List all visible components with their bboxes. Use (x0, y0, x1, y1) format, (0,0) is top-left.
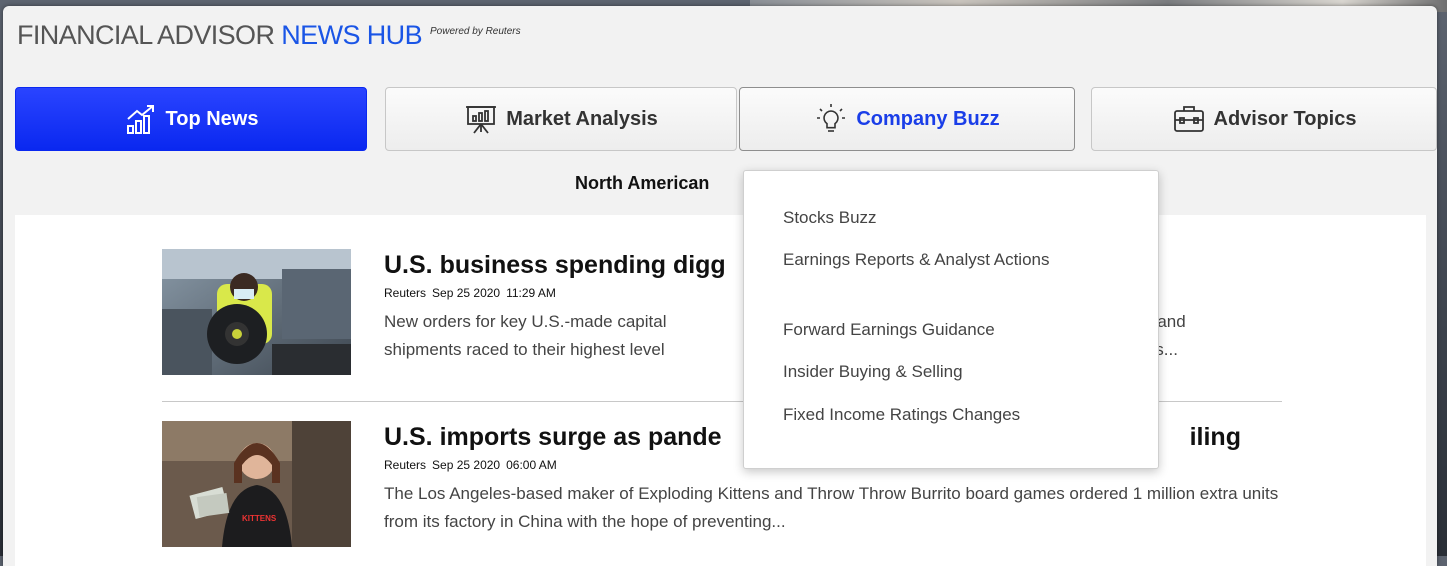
menu-item-earnings-reports[interactable]: Earnings Reports & Analyst Actions (783, 249, 1123, 271)
tab-advisor-topics[interactable]: Advisor Topics (1091, 87, 1437, 151)
news-summary: The Los Angeles-based maker of Exploding… (384, 484, 1279, 531)
menu-item-forward-earnings[interactable]: Forward Earnings Guidance (783, 319, 1123, 341)
powered-by-label: Powered by Reuters (429, 26, 521, 37)
news-hub-panel: FINANCIAL ADVISOR NEWS HUB Powered by Reu… (3, 6, 1437, 566)
news-time: 06:00 AM (506, 458, 557, 472)
tab-label: Top News (165, 107, 259, 130)
woman-holding-cash-photo[interactable]: KITTENS (162, 421, 351, 547)
news-source: Reuters (384, 458, 427, 472)
company-buzz-dropdown: Stocks Buzz Earnings Reports & Analyst A… (743, 170, 1159, 469)
tab-top-news[interactable]: Top News (15, 87, 367, 151)
tab-label: Company Buzz (856, 107, 1000, 130)
svg-text:KITTENS: KITTENS (242, 514, 277, 523)
factory-worker-photo[interactable] (162, 249, 351, 375)
news-time: 11:29 AM (506, 286, 556, 300)
news-date: Sep 25 2020 (432, 286, 501, 300)
news-source: Reuters (384, 286, 427, 300)
lightbulb-icon (814, 102, 848, 136)
news-date: Sep 25 2020 (432, 458, 501, 472)
tab-label: Advisor Topics (1213, 107, 1357, 130)
chart-growth-icon (124, 102, 158, 136)
menu-item-fixed-income[interactable]: Fixed Income Ratings Changes (783, 404, 1123, 426)
menu-item-stocks-buzz[interactable]: Stocks Buzz (783, 207, 1123, 229)
tab-label: Market Analysis (506, 107, 658, 130)
region-label: North American (575, 173, 710, 193)
brand-title: FINANCIAL ADVISOR NEWS HUB Powered by Reu… (17, 20, 521, 51)
brand-accent: NEWS HUB (281, 20, 422, 50)
brand-prefix: FINANCIAL ADVISOR (17, 20, 282, 50)
presentation-board-icon (464, 102, 498, 136)
menu-item-insider-trading[interactable]: Insider Buying & Selling (783, 361, 1123, 383)
tab-market-analysis[interactable]: Market Analysis (385, 87, 737, 151)
news-list: U.S. business spending diggertain Reuter… (15, 215, 1426, 566)
briefcase-icon (1172, 102, 1206, 136)
tab-company-buzz[interactable]: Company Buzz (739, 87, 1075, 151)
